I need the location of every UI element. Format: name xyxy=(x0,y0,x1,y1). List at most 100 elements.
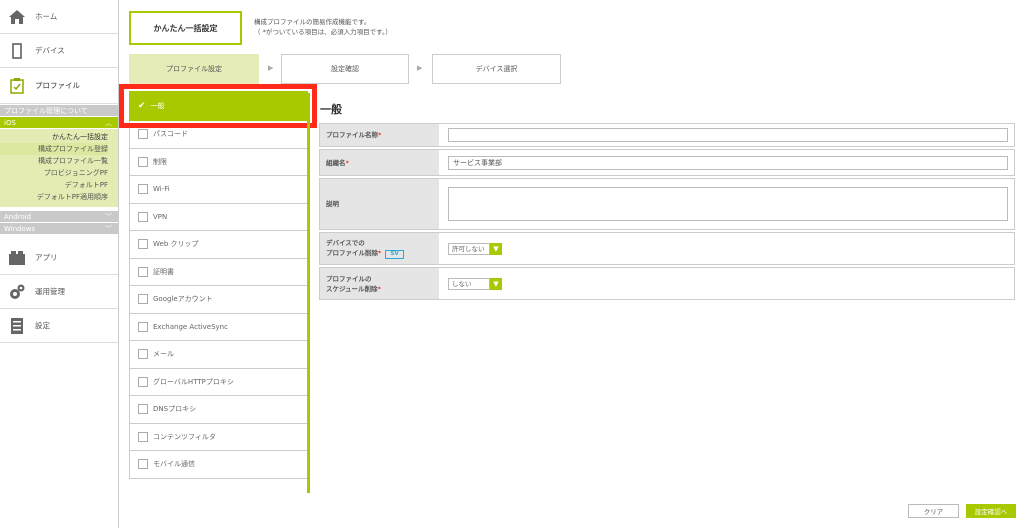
android-section-header[interactable]: Android ﹀ xyxy=(0,211,118,223)
select-value: しない xyxy=(448,277,490,290)
windows-section-header[interactable]: Windows ﹀ xyxy=(0,223,118,235)
category-dns-proxy[interactable]: DNSプロキシ xyxy=(129,396,308,424)
checkbox[interactable] xyxy=(138,211,148,222)
device-icon xyxy=(9,42,25,59)
nav-device-label: デバイス xyxy=(35,46,65,55)
nav-settings[interactable]: 設定 xyxy=(0,309,118,343)
category-exchange[interactable]: Exchange ActiveSync xyxy=(129,313,308,341)
step-arrow-icon: ▶ xyxy=(417,64,423,72)
profile-mgmt-link[interactable]: プロファイル管理について xyxy=(0,105,118,117)
row-device-delete: デバイスでの プロファイル削除* SV 許可しない ▼ xyxy=(319,232,1015,265)
category-label: Wi-Fi xyxy=(153,185,170,194)
highlight-box xyxy=(119,84,317,128)
schedule-delete-select[interactable]: しない ▼ xyxy=(448,277,502,290)
nav-ops[interactable]: 運用管理 xyxy=(0,275,118,309)
category-restrictions[interactable]: 制限 xyxy=(129,148,308,176)
next-label: 設定確認へ xyxy=(974,508,1008,516)
description-textarea[interactable] xyxy=(448,187,1008,221)
category-webclip[interactable]: Web クリップ xyxy=(129,231,308,259)
category-label: 証明書 xyxy=(153,267,174,276)
checkbox[interactable] xyxy=(138,184,148,195)
label-text: プロファイル名称 xyxy=(326,131,378,139)
row-description: 説明 xyxy=(319,178,1015,230)
required-mark: * xyxy=(378,131,382,139)
category-mobile-data[interactable]: モバイル通信 xyxy=(129,451,308,479)
row-organization: 組織名 * サービス事業部 xyxy=(319,149,1015,176)
checkbox[interactable] xyxy=(138,129,148,140)
step-arrow-icon: ▶ xyxy=(268,64,274,72)
required-mark: * xyxy=(378,249,382,257)
ios-item-default-order[interactable]: デフォルトPF適用順序 xyxy=(0,191,108,203)
org-input[interactable]: サービス事業部 xyxy=(448,155,1008,170)
step-1-label: プロファイル設定 xyxy=(166,65,222,73)
dropdown-arrow-icon: ▼ xyxy=(490,242,502,255)
category-mail[interactable]: メール xyxy=(129,341,308,369)
checkbox[interactable] xyxy=(138,349,148,360)
category-list: ✔ 一般 パスコード 制限 Wi-Fi VPN Web クリップ 証明書 Goo… xyxy=(129,91,308,479)
checkbox[interactable] xyxy=(138,404,148,415)
confirm-settings-button[interactable]: 設定確認へ xyxy=(966,504,1016,518)
clear-label: クリア xyxy=(923,508,944,516)
checkbox[interactable] xyxy=(138,239,148,250)
step-confirm[interactable]: 設定確認 xyxy=(281,54,409,84)
ios-item-list[interactable]: 構成プロファイル一覧 xyxy=(0,155,108,167)
step-3-label: デバイス選択 xyxy=(475,65,518,73)
nav-profile[interactable]: プロファイル xyxy=(0,68,118,104)
app-icon xyxy=(9,250,25,266)
category-label: グローバルHTTPプロキシ xyxy=(153,377,234,386)
category-http-proxy[interactable]: グローバルHTTPプロキシ xyxy=(129,368,308,396)
checkbox[interactable] xyxy=(138,266,148,277)
category-label: DNSプロキシ xyxy=(153,405,197,414)
required-mark: * xyxy=(345,158,349,167)
description-line-1: 構成プロファイルの簡易作成機能です。 xyxy=(254,18,371,26)
label-text-1: プロファイルの xyxy=(326,274,372,283)
category-label: コンテンツフィルタ xyxy=(153,432,216,441)
category-google-account[interactable]: Googleアカウント xyxy=(129,286,308,314)
profile-name-label: プロファイル名称 * xyxy=(320,124,439,146)
ios-item-default-pf[interactable]: デフォルトPF xyxy=(0,179,108,191)
ios-item-register[interactable]: 構成プロファイル登録 xyxy=(0,143,108,155)
category-label: Web クリップ xyxy=(153,240,199,249)
nav-device[interactable]: デバイス xyxy=(0,34,118,68)
ios-item-easy-setup[interactable]: かんたん一括設定 xyxy=(0,131,108,143)
general-form: 一般 プロファイル名称 * 組織名 * サービス事業部 説明 デバイスでの プロファ… xyxy=(307,93,1018,493)
label-text-1: デバイスでの xyxy=(326,239,365,247)
checkbox[interactable] xyxy=(138,156,148,167)
nav-ops-label: 運用管理 xyxy=(35,287,65,296)
device-delete-label: デバイスでの プロファイル削除* SV xyxy=(320,233,439,264)
home-icon xyxy=(9,9,25,25)
category-wifi[interactable]: Wi-Fi xyxy=(129,176,308,204)
checkbox[interactable] xyxy=(138,459,148,470)
label-text-2: スケジュール削除 xyxy=(326,284,378,293)
category-label: Googleアカウント xyxy=(153,295,213,304)
category-label: VPN xyxy=(153,212,168,221)
profile-mgmt-label: プロファイル管理について xyxy=(4,107,88,115)
label-text-2: プロファイル削除 xyxy=(326,249,378,257)
category-certificate[interactable]: 証明書 xyxy=(129,258,308,286)
category-vpn[interactable]: VPN xyxy=(129,203,308,231)
checkbox[interactable] xyxy=(138,376,148,387)
checkbox[interactable] xyxy=(138,321,148,332)
android-label: Android xyxy=(4,213,32,221)
step-profile-settings[interactable]: プロファイル設定 xyxy=(129,54,259,84)
step-device-select[interactable]: デバイス選択 xyxy=(432,54,561,84)
easy-setup-button[interactable]: かんたん一括設定 xyxy=(129,11,242,45)
category-label: Exchange ActiveSync xyxy=(153,322,228,331)
checkbox[interactable] xyxy=(138,431,148,442)
ios-item-provisioning[interactable]: プロビジョニングPF xyxy=(0,167,108,179)
chevron-down-icon: ﹀ xyxy=(105,225,112,233)
ios-label: iOS xyxy=(4,119,16,127)
ios-section-header[interactable]: iOS ︿ xyxy=(0,117,118,129)
step-2-label: 設定確認 xyxy=(331,65,359,73)
nav-home[interactable]: ホーム xyxy=(0,0,118,34)
clear-button[interactable]: クリア xyxy=(908,504,959,518)
ios-menu: かんたん一括設定 構成プロファイル登録 構成プロファイル一覧 プロビジョニングP… xyxy=(0,129,118,207)
profile-name-input[interactable] xyxy=(448,128,1008,142)
nav-app[interactable]: アプリ xyxy=(0,241,118,275)
category-content-filter[interactable]: コンテンツフィルタ xyxy=(129,423,308,451)
device-delete-select[interactable]: 許可しない ▼ xyxy=(448,242,502,255)
nav-home-label: ホーム xyxy=(35,12,58,21)
nav-settings-label: 設定 xyxy=(35,321,50,330)
checkbox[interactable] xyxy=(138,294,148,305)
category-label: メール xyxy=(153,350,174,359)
